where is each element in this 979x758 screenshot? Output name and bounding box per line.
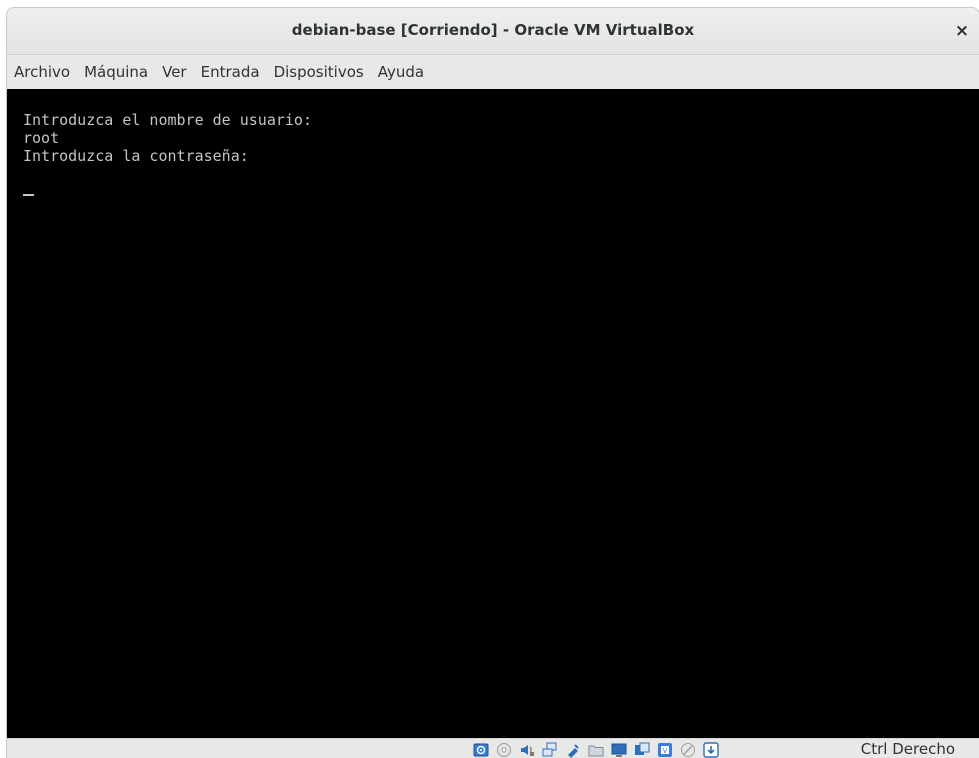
menu-maquina[interactable]: Máquina (77, 55, 155, 89)
title-bar[interactable]: debian-base [Corriendo] - Oracle VM Virt… (7, 8, 979, 55)
hard-disk-icon[interactable] (473, 742, 489, 758)
vm-display[interactable]: Introduzca el nombre de usuario: root In… (7, 89, 979, 738)
menu-dispositivos[interactable]: Dispositivos (267, 55, 371, 89)
close-icon: × (954, 21, 970, 41)
svg-text:V: V (663, 747, 668, 755)
cpu-icon[interactable]: V (657, 742, 673, 758)
display-icon[interactable] (611, 742, 627, 758)
audio-icon[interactable] (519, 742, 535, 758)
menu-ver[interactable]: Ver (155, 55, 194, 89)
network-icon[interactable] (542, 742, 558, 758)
close-button[interactable]: × (951, 20, 973, 42)
console-line-password-prompt: Introduzca la contraseña: (23, 147, 249, 165)
status-icons: V (473, 742, 726, 758)
menu-ayuda[interactable]: Ayuda (371, 55, 431, 89)
mouse-integration-icon[interactable] (680, 742, 696, 758)
console-line-username-prompt: Introduzca el nombre de usuario: (23, 111, 312, 129)
host-key-label: Ctrl Derecho (860, 740, 955, 758)
usb-icon[interactable] (565, 742, 581, 758)
console-line-username-value: root (23, 129, 60, 147)
virtualbox-window: debian-base [Corriendo] - Oracle VM Virt… (7, 8, 979, 758)
console-cursor (23, 194, 34, 196)
optical-drive-icon[interactable] (496, 742, 512, 758)
keyboard-capture-icon[interactable] (703, 742, 719, 758)
menu-entrada[interactable]: Entrada (194, 55, 267, 89)
status-bar: V Ctrl Derecho (7, 738, 979, 758)
menu-archivo[interactable]: Archivo (7, 55, 77, 89)
menu-bar: Archivo Máquina Ver Entrada Dispositivos… (7, 55, 979, 89)
shared-folders-icon[interactable] (588, 742, 604, 758)
video-capture-icon[interactable] (634, 742, 650, 758)
window-title: debian-base [Corriendo] - Oracle VM Virt… (291, 21, 695, 39)
